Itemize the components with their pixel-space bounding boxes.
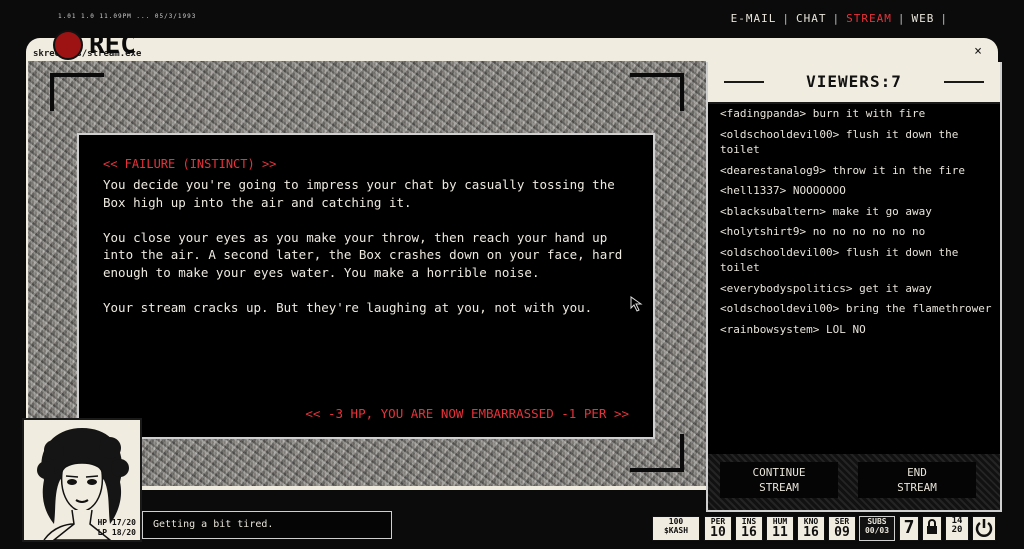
status-message-box: Getting a bit tired. (142, 511, 392, 539)
button-label: STREAM (759, 481, 799, 494)
button-label: CONTINUE (752, 466, 806, 479)
window-titlebar: skreeners/stream.exe × (26, 38, 998, 62)
power-icon (975, 519, 993, 537)
top-nav: E-MAIL | CHAT | STREAM | WEB | (731, 12, 954, 25)
viewers-header: VIEWERS:7 (708, 62, 1000, 104)
action-buttons: CONTINUE STREAM END STREAM (706, 454, 1002, 512)
dialog-paragraph: You decide you're going to impress your … (103, 177, 615, 210)
nav-separator: | (897, 12, 906, 25)
chat-message: <rainbowsystem> LOL NO (720, 322, 866, 336)
event-dialog: << FAILURE (INSTINCT) >> You decide you'… (77, 133, 655, 439)
close-icon[interactable]: × (974, 44, 982, 59)
lock-icon[interactable] (922, 516, 942, 541)
record-dot-icon (53, 30, 83, 60)
stat-ins: INS 16 (735, 516, 763, 541)
stat-value: 09 (834, 525, 850, 540)
dialog-outcome: << -3 HP, YOU ARE NOW EMBARRASSED -1 PER… (305, 406, 629, 421)
mouse-cursor-icon (630, 296, 643, 312)
stat-value: 16 (803, 525, 819, 540)
button-label: STREAM (897, 481, 937, 494)
lock-icon-glyph (927, 519, 937, 534)
dialog-paragraph: Your stream cracks up. But they're laugh… (103, 299, 593, 315)
chat-message: <everybodyspolitics> get it away (720, 281, 932, 295)
chat-message: <oldschooldevil00> flush it down the toi… (720, 245, 959, 275)
subs-label: SUBS (867, 517, 887, 526)
dialog-heading: << FAILURE (INSTINCT) >> (103, 157, 277, 171)
stat-value: 11 (772, 525, 788, 540)
rec-label: REC (89, 30, 136, 60)
hp-readout: HP 17/20 (97, 518, 136, 527)
chat-message: <fadingpanda> burn it with fire (720, 107, 926, 120)
day-counter: 7 (899, 516, 919, 541)
stat-per: PER 10 (704, 516, 732, 541)
stat-ser: SER 09 (828, 516, 856, 541)
viewfinder-corner (630, 434, 684, 472)
viewfinder-corner (630, 73, 684, 111)
tally-bottom: 20 (951, 525, 963, 535)
stat-hum: HUM 11 (766, 516, 794, 541)
dialog-body: You decide you're going to impress your … (103, 176, 633, 334)
nav-chat[interactable]: CHAT (796, 12, 827, 25)
stat-kno: KNO 16 (797, 516, 825, 541)
day-value: 7 (903, 517, 915, 538)
chat-message: <oldschooldevil00> flush it down the toi… (720, 127, 959, 157)
subs-value: 00/03 (864, 526, 890, 535)
end-stream-button[interactable]: END STREAM (858, 462, 976, 498)
character-portrait: HP 17/20 LP 18/20 (22, 418, 142, 542)
nav-separator: | (832, 12, 841, 25)
health-stats: HP 17/20 LP 18/20 (97, 518, 136, 538)
cash-label: $KASH (663, 526, 689, 535)
stat-value: 16 (741, 525, 757, 540)
chat-list[interactable]: <fadingpanda> burn it with fire <oldscho… (720, 106, 992, 342)
subs-display: SUBS 00/03 (859, 516, 895, 541)
system-clock: 1.01 1.0 11.09PM ... 05/3/1993 (58, 13, 197, 20)
stat-value: 10 (710, 525, 726, 540)
top-bar: 1.01 1.0 11.09PM ... 05/3/1993 E-MAIL | CH… (0, 0, 1024, 38)
viewfinder-corner (50, 73, 104, 111)
chat-message: <hell1337> NOOOOOOO (720, 184, 846, 197)
chat-message: <blacksubaltern> make it go away (720, 204, 932, 218)
cash-amount: 100 (668, 517, 684, 526)
nav-separator: | (782, 12, 790, 25)
button-label: END (907, 466, 927, 479)
status-message: Getting a bit tired. (153, 519, 274, 530)
stats-bar: 100 $KASH PER 10 INS 16 HUM 11 KNO 16 SE… (650, 514, 998, 544)
cash-display: 100 $KASH (652, 516, 700, 541)
rec-indicator: REC (53, 30, 136, 60)
nav-web[interactable]: WEB (912, 12, 935, 25)
header-rule (944, 81, 984, 83)
nav-email[interactable]: E-MAIL (731, 12, 777, 25)
chat-message: <oldschooldevil00> bring the flamethrowe… (720, 302, 992, 315)
nav-stream[interactable]: STREAM (846, 12, 892, 25)
nav-separator: | (940, 12, 948, 25)
chat-panel: VIEWERS:7 <fadingpanda> burn it with fir… (706, 62, 1002, 454)
tally-display: 14 20 (945, 516, 969, 541)
chat-message: <holytshirt9> no no no no no no (720, 225, 926, 238)
lp-readout: LP 18/20 (97, 528, 136, 537)
continue-stream-button[interactable]: CONTINUE STREAM (720, 462, 838, 498)
dialog-paragraph: You close your eyes as you make your thr… (103, 229, 623, 280)
power-button[interactable] (972, 516, 996, 541)
chat-message: <dearestanalog9> throw it in the fire (720, 163, 966, 177)
